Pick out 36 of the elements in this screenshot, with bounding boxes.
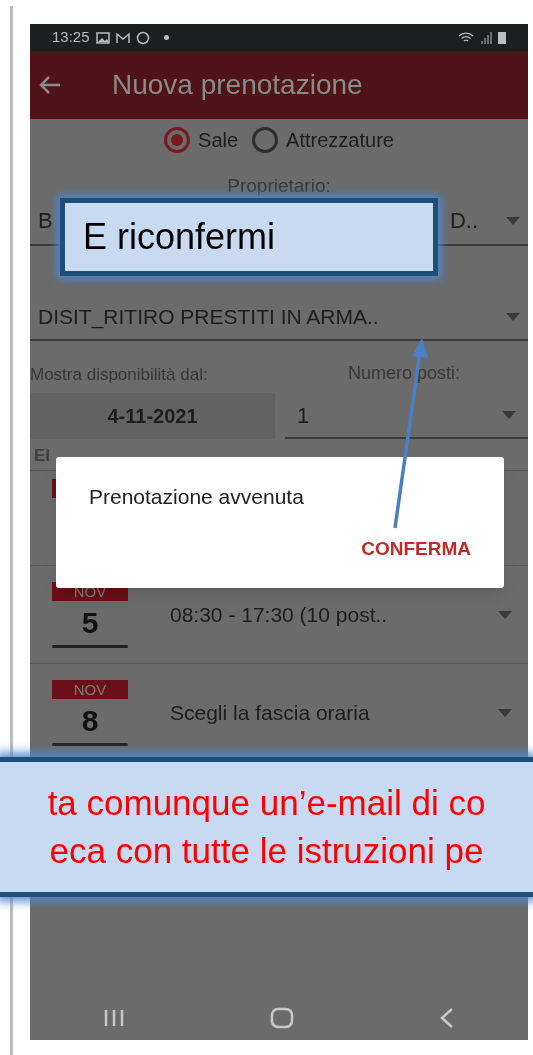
radio-label: Sale [198, 128, 239, 153]
radio-button[interactable] [252, 127, 279, 153]
wifi-icon [458, 31, 474, 44]
callout-text: eca con tutte le istruzioni pe [49, 830, 484, 872]
recent-apps-icon[interactable] [102, 1008, 125, 1028]
owner-value-end: D.. [449, 207, 478, 235]
owner-value-start: B [38, 207, 53, 235]
seats-dropdown[interactable]: 1 [285, 393, 528, 439]
day-number: 8 [81, 702, 99, 739]
dropdown-caret-icon [506, 312, 520, 321]
time-slot-dropdown[interactable]: 08:30 - 17:30 (10 post.. [170, 598, 456, 631]
image-icon [95, 31, 110, 44]
resource-dropdown[interactable]: DISIT_RITIRO PRESTITI IN ARMA.. [30, 294, 528, 341]
back-arrow-icon[interactable] [38, 75, 62, 95]
radio-label: Attrezzature [286, 128, 394, 153]
dropdown-caret-icon [498, 708, 512, 717]
home-icon[interactable] [270, 1007, 294, 1029]
day-number: 5 [81, 604, 99, 641]
dot-icon [163, 35, 169, 40]
dropdown-caret-icon [502, 411, 516, 419]
screen-title: Nuova prenotazione [112, 68, 363, 102]
mail-icon [115, 31, 130, 44]
month-label: NOV [52, 679, 128, 699]
battery-icon [498, 31, 506, 44]
callout-text: E riconfermi [83, 215, 277, 259]
callout-text: ta comunque un’e-mail di co [47, 782, 486, 824]
time-slot-dropdown[interactable]: Scegli la fascia oraria [170, 696, 456, 729]
dialog-message: Prenotazione avvenuta [89, 484, 305, 510]
status-time: 13:25 [52, 27, 90, 48]
signal-icon [480, 31, 492, 44]
date-field[interactable]: 4-11-2021 [30, 393, 275, 439]
dropdown-caret-icon [506, 216, 520, 225]
dropdown-caret-icon [498, 610, 512, 619]
radio-button[interactable] [164, 127, 191, 153]
resource-value: DISIT_RITIRO PRESTITI IN ARMA.. [38, 303, 380, 331]
confirm-button[interactable]: CONFERMA [361, 534, 471, 563]
